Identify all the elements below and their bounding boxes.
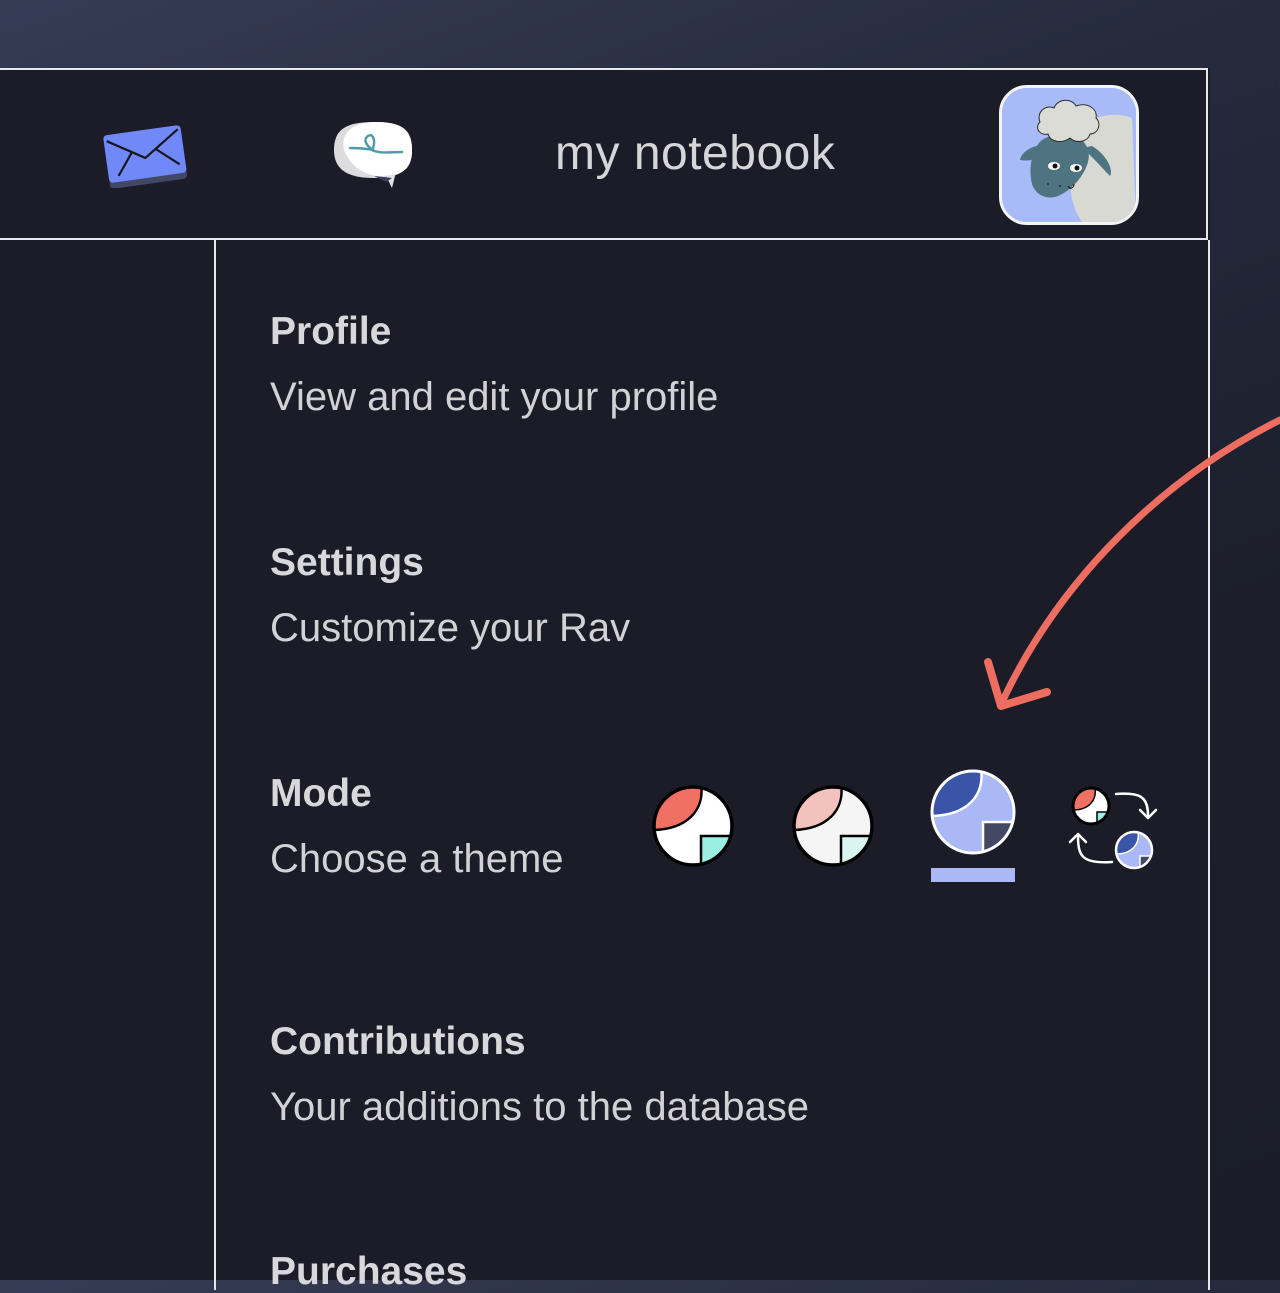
theme-dark-blue-icon: [930, 769, 1016, 855]
profile-description: View and edit your profile: [270, 375, 719, 419]
menu-item-mode: Mode Choose a theme: [270, 774, 564, 879]
mail-button[interactable]: [100, 122, 190, 189]
contributions-title: Contributions: [270, 1020, 526, 1063]
user-avatar[interactable]: [999, 85, 1139, 225]
menu-item-purchases[interactable]: Purchases: [270, 1252, 467, 1291]
theme-light-pastel-icon: [792, 785, 874, 867]
purchases-title: Purchases: [270, 1250, 468, 1293]
notebook-title: my notebook: [555, 127, 836, 180]
chat-button[interactable]: [330, 118, 416, 192]
theme-auto-switch-icon: [1068, 786, 1158, 870]
mail-icon: [103, 125, 188, 189]
settings-title: Settings: [270, 541, 424, 584]
sheep-avatar-icon: [1002, 88, 1136, 222]
theme-light-coral-icon: [652, 785, 734, 867]
theme-option-light-pastel[interactable]: [791, 784, 875, 868]
mode-title: Mode: [270, 772, 372, 815]
menu-item-contributions[interactable]: Contributions Your additions to the data…: [270, 1022, 809, 1127]
theme-option-dark-blue[interactable]: [929, 768, 1017, 856]
mode-description: Choose a theme: [270, 837, 564, 881]
menu-item-profile[interactable]: Profile View and edit your profile: [270, 312, 718, 417]
profile-title: Profile: [270, 310, 392, 353]
menu-item-settings[interactable]: Settings Customize your Rav: [270, 543, 630, 648]
theme-option-auto-switch[interactable]: [1064, 784, 1164, 870]
selected-theme-indicator: [931, 868, 1015, 882]
theme-option-light-coral[interactable]: [651, 784, 735, 868]
chat-bubble-icon: [334, 122, 412, 188]
contributions-description: Your additions to the database: [270, 1085, 809, 1129]
settings-description: Customize your Rav: [270, 606, 631, 650]
